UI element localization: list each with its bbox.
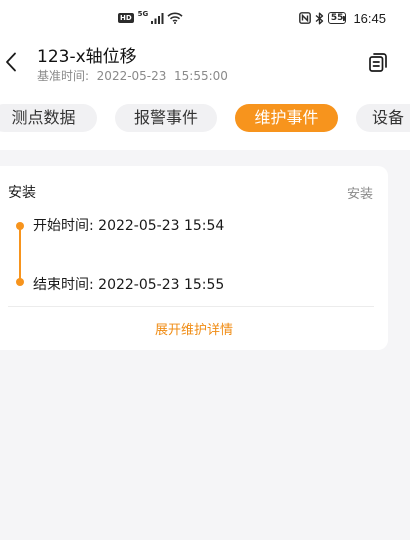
timeline-start-dot [16, 222, 24, 230]
tab-measurement-data[interactable]: 测点数据 [0, 104, 97, 132]
battery-indicator: 55 [327, 12, 347, 24]
status-bar: HD 5G 55 16:45 [0, 0, 410, 34]
maintenance-event-card: 安装 安装 开始时间: 2022-05-23 15:54 结束时间: 2022-… [0, 166, 388, 350]
cell-signal-icon [151, 12, 164, 24]
page-title: 123-x轴位移 [37, 47, 137, 67]
maintenance-events-screen: HD 5G 55 16:45 123-x轴位移 基准时间: 2022-05-23… [0, 0, 410, 540]
timeline-line [19, 226, 21, 282]
chevron-left-icon [6, 52, 16, 72]
baseline-time: 基准时间: 2022-05-23 15:55:00 [37, 69, 228, 83]
expand-details-link[interactable]: 展开维护详情 [0, 319, 388, 338]
back-button[interactable] [0, 48, 22, 76]
tab-alarm-events[interactable]: 报警事件 [115, 104, 217, 132]
card-divider [8, 306, 374, 307]
event-title: 安装 [8, 185, 36, 201]
event-type-label: 安装 [346, 187, 373, 202]
timeline-end-dot [16, 278, 24, 286]
network-type-label: 5G [137, 10, 149, 18]
battery-level: 55 [327, 12, 347, 24]
tab-equipment[interactable]: 设备 [356, 104, 410, 132]
status-time: 16:45 [353, 10, 386, 26]
tab-maintenance-events[interactable]: 维护事件 [235, 104, 338, 132]
status-right-icons: 55 16:45 [299, 10, 386, 26]
status-left-icons: HD 5G [118, 10, 183, 25]
wifi-icon [167, 12, 183, 24]
event-start-time: 开始时间: 2022-05-23 15:54 [33, 218, 225, 234]
tab-bar: 测点数据 报警事件 维护事件 设备 [0, 90, 410, 150]
hd-badge: HD [118, 13, 134, 23]
nfc-icon [299, 12, 311, 24]
header: 123-x轴位移 基准时间: 2022-05-23 15:55:00 [0, 34, 410, 90]
event-end-time: 结束时间: 2022-05-23 15:55 [33, 277, 225, 293]
bluetooth-icon [315, 12, 324, 24]
copy-icon [369, 53, 387, 72]
copy-button[interactable] [366, 50, 390, 74]
